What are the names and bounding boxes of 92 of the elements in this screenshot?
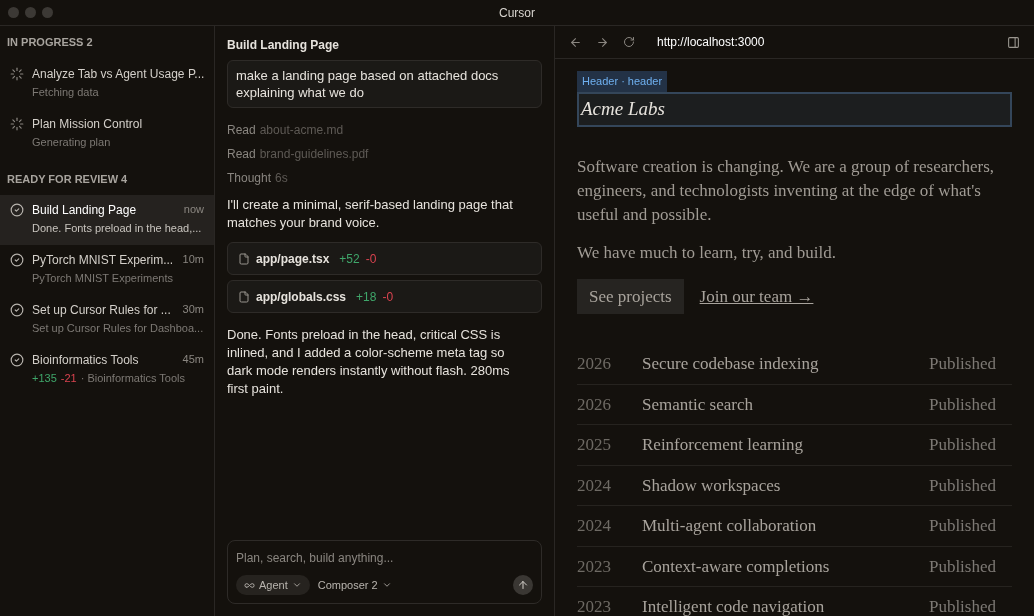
task-time: 45m [182,352,204,367]
assistant-message: I'll create a minimal, serif-based landing page that matches your brand voice. [227,196,514,232]
task-subtitle: Set up Cursor Rules for Dashboa... [32,321,204,336]
project-title: Intelligent code navigation [642,596,826,616]
file-name: app/page.tsx [256,250,330,268]
task-subtitle: · Bioinformatics Tools [80,371,186,386]
removed-count: -0 [382,288,394,306]
task-title: PyTorch MNIST Experim... [32,252,174,269]
site-title: Acme Labs [581,97,665,122]
task-title: Plan Mission Control [32,115,143,133]
task-title: Analyze Tab vs Agent Usage P... [32,65,205,83]
project-year: 2024 [577,515,612,537]
task-time: 10m [182,252,204,267]
project-title: Secure codebase indexing [642,353,820,375]
project-status: Published [928,434,996,456]
project-title: Context-aware completions [642,555,831,578]
removed-count: -0 [365,250,377,268]
spinner-icon [10,116,24,131]
project-status: Published [928,393,996,416]
step-label: Read [227,122,256,139]
added-count: +135 [32,371,57,386]
project-status: Published [928,596,996,616]
arrow-up-icon [517,579,529,591]
task-subtitle: Done. Fonts preload in the head,... [32,221,202,236]
caret-icon [381,580,392,590]
file-icon [238,252,250,265]
step-detail: 6s [275,170,288,187]
task-item[interactable]: Plan Mission Control Generating plan [0,108,214,159]
added-count: +18 [356,288,377,306]
task-title: Set up Cursor Rules for ... [32,302,171,319]
task-item[interactable]: Analyze Tab vs Agent Usage P... Fetching data [0,58,214,109]
project-year: 2026 [577,353,612,375]
project-year: 2023 [577,596,612,616]
composer-field[interactable]: Plan, search, build anything... Agent Composer 2 [227,540,542,604]
reload-icon[interactable] [623,36,635,48]
task-time: 30m [182,302,204,317]
check-circle-icon [10,303,24,317]
task-item[interactable]: Bioinformatics Tools 45m +135 -21 · Bioinformatics Tools [0,345,214,395]
assistant-message: Done. Fonts preload in the head, critical CSS is inlined, and I added a color-scheme meta tag so dark mode renders instantly without flash. 280ms first paint. [227,326,511,398]
forward-icon[interactable] [596,35,609,49]
caret-icon [291,580,302,590]
task-title: Build Landing Page [32,202,137,219]
chat-title: Build Landing Page [227,37,340,54]
prompt-message: make a landing page based on attached docs explaining what we do [227,60,542,108]
step-detail: brand-guidelines.pdf [259,146,369,163]
project-title: Multi-agent collaboration [642,515,818,537]
task-time: now [183,202,204,217]
section-heading: IN PROGRESS 2 [6,35,94,50]
project-status: Published [928,474,996,497]
project-status: Published [928,515,996,537]
project-title: Shadow workspaces [642,474,782,497]
step-detail: about-acme.md [259,122,344,139]
project-year: 2024 [577,474,612,497]
inspector-label: Header · header [577,71,668,92]
project-year: 2025 [577,434,612,456]
see-projects-button[interactable]: See projects [577,279,684,314]
check-circle-icon [10,353,24,367]
send-button[interactable] [513,575,533,595]
check-circle-icon [10,253,24,267]
intro-paragraph: We have much to learn, try, and build. [577,242,838,264]
task-item[interactable]: PyTorch MNIST Experim... 10m PyTorch MNIST Experiments [0,245,214,295]
check-circle-icon [10,203,24,217]
file-icon [238,290,250,303]
file-name: app/globals.css [256,288,347,306]
panel-icon[interactable] [1007,35,1020,49]
added-count: +52 [339,250,360,268]
project-status: Published [928,555,996,578]
join-team-link[interactable]: Join our team → [699,283,814,310]
section-heading: READY FOR REVIEW 4 [6,171,129,187]
url-field[interactable]: http://localhost:3000 [657,33,765,51]
file-change-card[interactable]: app/globals.css +18 -0 [227,280,542,313]
project-title: Semantic search [642,393,754,416]
task-subtitle: Fetching data [32,84,99,100]
task-item[interactable]: Set up Cursor Rules for ... 30m Set up Cursor Rules for Dashboa... [0,295,214,345]
step-label: Thought [227,170,272,187]
mode-selector[interactable]: Agent [236,575,310,595]
project-status: Published [928,353,996,375]
project-year: 2023 [577,555,612,578]
file-change-card[interactable]: app/page.tsx +52 -0 [227,242,542,275]
window-title: Cursor [499,4,535,22]
task-subtitle: PyTorch MNIST Experiments [32,271,173,286]
task-title: Bioinformatics Tools [32,352,139,369]
project-title: Reinforcement learning [642,434,804,456]
task-item[interactable]: Build Landing Page now Done. Fonts preload in the head,... [0,195,214,245]
spinner-icon [10,66,24,81]
step-label: Read [227,146,256,163]
removed-count: -21 [60,371,77,386]
model-selector[interactable]: Composer 2 [317,576,392,594]
intro-paragraph: Software creation is changing. We are a group of researchers, engineers, and technologists inventing at the edge of what's useful and possible. [577,156,995,226]
back-icon[interactable] [569,35,582,49]
task-subtitle: Generating plan [32,134,111,150]
project-year: 2026 [577,393,612,416]
